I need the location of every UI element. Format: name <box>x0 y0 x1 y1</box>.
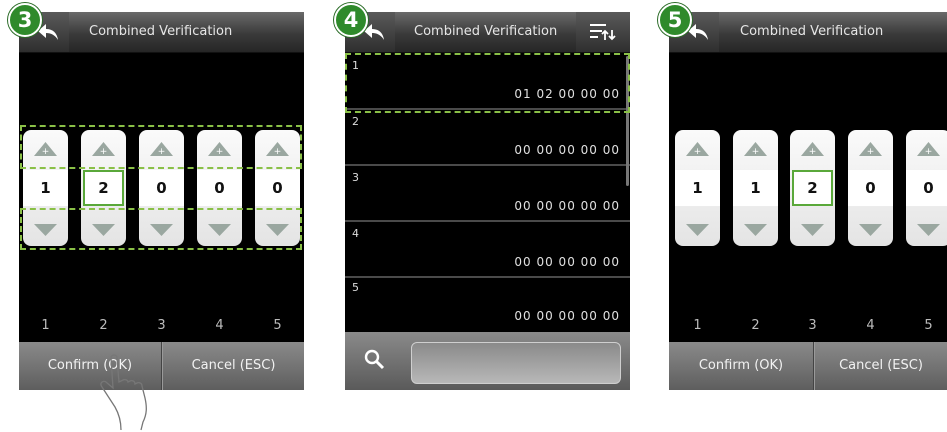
row-code: 00 00 00 00 00 <box>514 309 620 323</box>
digit-picker-2[interactable]: + 1 <box>733 130 778 246</box>
step-badge: 4 <box>334 3 368 37</box>
triangle-down-icon[interactable] <box>686 224 709 236</box>
row-index: 3 <box>352 171 359 184</box>
highlight-first-row <box>345 53 630 113</box>
confirm-button[interactable]: Confirm (OK) <box>669 342 813 390</box>
highlight-down-row <box>20 208 302 250</box>
triangle-down-icon[interactable] <box>917 224 940 236</box>
step5-screen: Combined Verification + 1 + 1 + 2 + 0 + … <box>669 12 947 390</box>
step4-screen: Combined Verification 1 01 02 00 00 00 2… <box>345 12 630 390</box>
digit-picker-4[interactable]: + 0 <box>848 130 893 246</box>
bottom-bar: Confirm (OK) Cancel (ESC) <box>669 342 947 390</box>
cancel-button[interactable]: Cancel (ESC) <box>815 342 947 390</box>
triangle-down-icon[interactable] <box>859 224 882 236</box>
column-number: 1 <box>693 318 702 333</box>
row-code: 00 00 00 00 00 <box>514 143 620 157</box>
column-number: 3 <box>808 318 817 333</box>
svg-text:+: + <box>867 147 875 156</box>
column-number: 3 <box>157 318 166 333</box>
title-bar: Combined Verification <box>19 12 304 53</box>
sort-list-icon <box>590 24 616 41</box>
sort-button[interactable] <box>576 12 630 52</box>
svg-text:+: + <box>752 147 760 156</box>
triangle-up-icon[interactable]: + <box>859 142 882 156</box>
title-bar: Combined Verification <box>345 12 630 53</box>
cancel-button[interactable]: Cancel (ESC) <box>163 342 304 390</box>
digit-value: 1 <box>675 170 720 206</box>
svg-text:+: + <box>694 147 702 156</box>
step-badge: 5 <box>658 3 692 37</box>
search-icon[interactable] <box>363 348 385 370</box>
search-input[interactable] <box>411 342 621 384</box>
column-number: 5 <box>924 318 933 333</box>
screen-title: Combined Verification <box>89 24 233 39</box>
digit-value: 0 <box>906 170 947 206</box>
search-bar <box>345 332 630 390</box>
digit-picker-5[interactable]: + 0 <box>906 130 947 246</box>
screen-title: Combined Verification <box>740 24 884 39</box>
triangle-up-icon[interactable]: + <box>917 142 940 156</box>
list-item[interactable]: 5 00 00 00 00 00 <box>345 278 630 332</box>
title-bar: Combined Verification <box>669 12 947 53</box>
row-index: 4 <box>352 227 359 240</box>
divider <box>345 220 630 222</box>
column-number: 1 <box>41 318 50 333</box>
digit-value-selected: 2 <box>792 170 833 206</box>
digit-value-selected: 2 <box>83 170 124 206</box>
row-index: 2 <box>352 115 359 128</box>
digit-value: 0 <box>197 170 242 206</box>
list-item[interactable]: 4 00 00 00 00 00 <box>345 224 630 278</box>
digit-value: 0 <box>139 170 184 206</box>
digit-value: 0 <box>848 170 893 206</box>
digit-value: 0 <box>255 170 300 206</box>
digit-picker-3[interactable]: + 2 <box>790 130 835 246</box>
column-number: 5 <box>273 318 282 333</box>
triangle-down-icon[interactable] <box>744 224 767 236</box>
triangle-down-icon[interactable] <box>801 224 824 236</box>
list-item[interactable]: 2 00 00 00 00 00 <box>345 112 630 166</box>
column-number: 2 <box>751 318 760 333</box>
svg-text:+: + <box>809 147 817 156</box>
digit-value: 1 <box>733 170 778 206</box>
list-item[interactable]: 3 00 00 00 00 00 <box>345 168 630 222</box>
hand-pointer-icon <box>100 354 147 431</box>
row-code: 00 00 00 00 00 <box>514 199 620 213</box>
triangle-up-icon[interactable]: + <box>686 142 709 156</box>
column-number: 2 <box>99 318 108 333</box>
screen-title: Combined Verification <box>414 24 558 39</box>
triangle-up-icon[interactable]: + <box>801 142 824 156</box>
step-badge: 3 <box>8 3 42 37</box>
row-index: 5 <box>352 281 359 294</box>
svg-text:+: + <box>925 147 933 156</box>
column-number: 4 <box>866 318 875 333</box>
row-code: 00 00 00 00 00 <box>514 255 620 269</box>
triangle-up-icon[interactable]: + <box>744 142 767 156</box>
column-number: 4 <box>215 318 224 333</box>
divider <box>345 164 630 166</box>
step3-screen: Combined Verification + 1 + 2 + 0 + 0 + … <box>19 12 304 390</box>
digit-picker-1[interactable]: + 1 <box>675 130 720 246</box>
highlight-up-row <box>20 125 302 169</box>
digit-value: 1 <box>23 170 68 206</box>
